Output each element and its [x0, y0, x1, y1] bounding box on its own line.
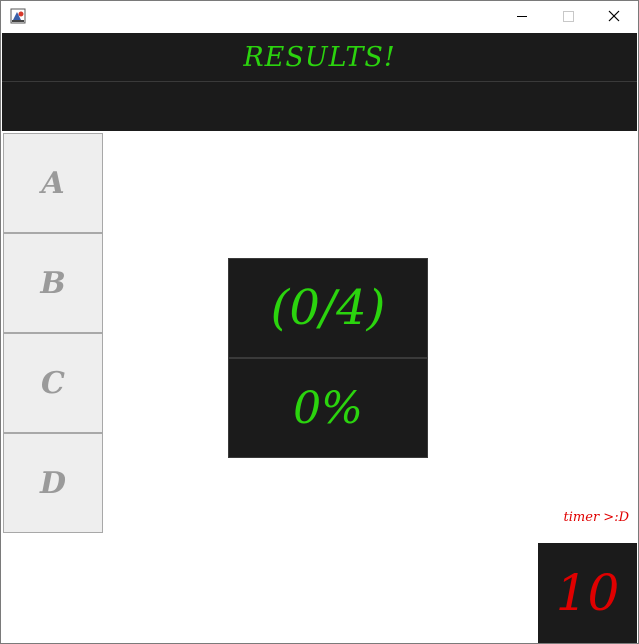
answer-button-a[interactable]: A: [3, 133, 103, 233]
minimize-icon: [517, 16, 527, 17]
maximize-button[interactable]: [545, 1, 591, 32]
score-percent: 0%: [228, 358, 428, 458]
timer-value: 10: [538, 543, 637, 643]
close-button[interactable]: [591, 1, 637, 32]
maximize-icon: [562, 11, 574, 22]
minimize-button[interactable]: [499, 1, 545, 32]
page-title: RESULTS!: [243, 41, 396, 73]
close-icon: [608, 7, 620, 26]
java-app-icon: [10, 8, 26, 24]
question-bar: [2, 82, 637, 131]
answer-button-d[interactable]: D: [3, 433, 103, 533]
answer-button-b[interactable]: B: [3, 233, 103, 333]
score-fraction: (0/4): [228, 258, 428, 358]
timer-label: timer >:D: [563, 510, 629, 525]
title-bar[interactable]: [1, 1, 638, 32]
results-header: RESULTS!: [2, 33, 637, 82]
app-window: RESULTS! A B C D (0/4) 0% timer >:D 10: [0, 0, 639, 644]
answer-button-c[interactable]: C: [3, 333, 103, 433]
